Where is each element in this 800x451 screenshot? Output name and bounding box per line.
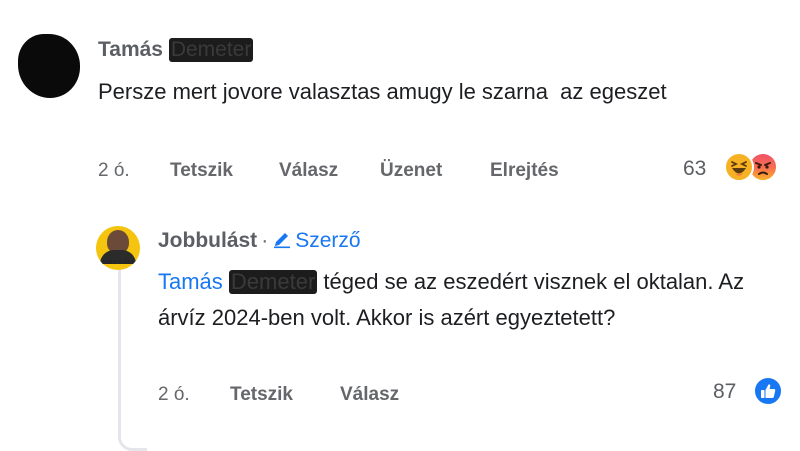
comment-actions: 2 ó. Tetszik Válasz Üzenet Elrejtés	[98, 160, 598, 184]
hide-button[interactable]: Elrejtés	[490, 160, 559, 182]
like-icon[interactable]	[753, 376, 783, 406]
haha-emoji-icon[interactable]	[724, 152, 754, 182]
reply-button[interactable]: Válasz	[279, 160, 338, 182]
commenter-first-name: Tamás	[98, 38, 163, 61]
author-badge: Szerző	[272, 229, 361, 252]
comment-reaction-count[interactable]: 63	[683, 157, 706, 181]
reply-reaction-count[interactable]: 87	[713, 380, 736, 404]
reply-thread-line	[118, 266, 147, 451]
reply-author-line: Jobbulást · Szerző	[158, 229, 361, 253]
reply-text: Tamás Demeter téged se az eszedért viszn…	[158, 264, 778, 336]
reply-like-button[interactable]: Tetszik	[230, 384, 293, 406]
like-button[interactable]: Tetszik	[170, 160, 233, 182]
redacted-mention-surname: Demeter	[228, 269, 318, 294]
page-avatar[interactable]: JOBBULÁST	[96, 226, 140, 270]
reply-author-name[interactable]: Jobbulást	[158, 229, 257, 252]
commenter-avatar[interactable]	[18, 34, 80, 98]
comment-timestamp[interactable]: 2 ó.	[98, 160, 130, 182]
author-badge-label: Szerző	[295, 229, 361, 252]
avatar-label: JOBBULÁST	[101, 260, 135, 266]
commenter-name[interactable]: Tamás Demeter	[98, 38, 254, 62]
reply-timestamp[interactable]: 2 ó.	[158, 384, 190, 406]
message-button[interactable]: Üzenet	[380, 160, 442, 182]
redacted-surname: Demeter	[168, 38, 254, 62]
comment-text: Persze mert jovore valasztas amugy le sz…	[98, 79, 667, 104]
name-separator: ·	[261, 229, 269, 252]
mention-link[interactable]: Tamás Demeter	[158, 269, 318, 294]
pencil-icon	[274, 233, 291, 249]
reply-actions: 2 ó. Tetszik Válasz	[158, 384, 558, 408]
mention-first-name: Tamás	[158, 269, 223, 294]
reply-reply-button[interactable]: Válasz	[340, 384, 399, 406]
